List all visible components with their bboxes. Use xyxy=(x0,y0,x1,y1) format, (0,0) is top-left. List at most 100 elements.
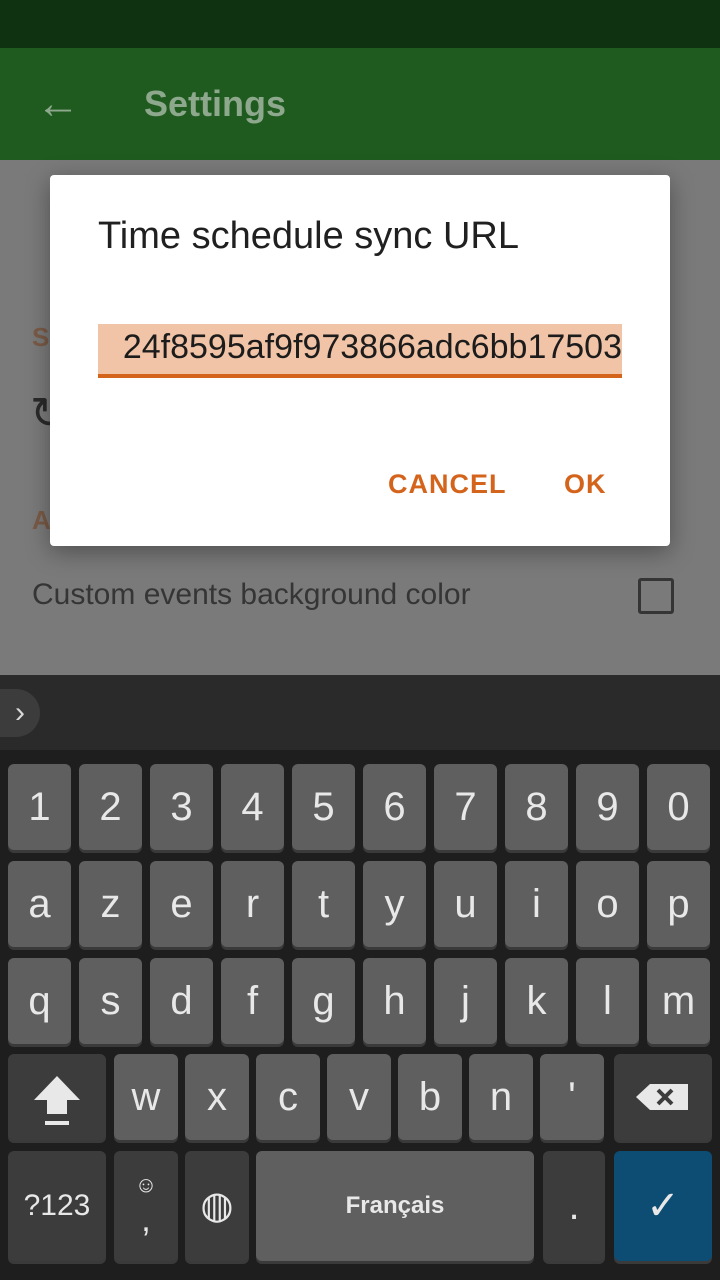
sync-url-input[interactable]: 24f8595af9f973866adc6bb17503 xyxy=(98,324,622,378)
shift-icon xyxy=(34,1076,80,1125)
number-key-1[interactable]: 2 xyxy=(79,764,142,850)
key-label: 7 xyxy=(454,785,477,829)
letter-row2-key-8[interactable]: l xyxy=(576,958,639,1044)
backspace-key[interactable] xyxy=(614,1054,712,1140)
key-label: 1 xyxy=(28,785,51,829)
letter-row2-key-7[interactable]: k xyxy=(505,958,568,1044)
letter-row3-key-0[interactable]: w xyxy=(114,1054,178,1140)
letter-row3-key-2[interactable]: c xyxy=(256,1054,320,1140)
category-header-appearance: A xyxy=(32,505,51,535)
key-label: e xyxy=(170,882,193,926)
backspace-icon xyxy=(636,1084,688,1110)
key-label: p xyxy=(667,882,690,926)
key-label: v xyxy=(349,1075,369,1119)
emoji-icon: ☺ xyxy=(134,1172,158,1197)
check-icon: ✓ xyxy=(646,1184,680,1228)
letter-row3-key-3[interactable]: v xyxy=(327,1054,391,1140)
letter-row2-key-2[interactable]: d xyxy=(150,958,213,1044)
shift-key[interactable] xyxy=(8,1054,106,1140)
letter-row2-key-0[interactable]: q xyxy=(8,958,71,1044)
number-key-3[interactable]: 4 xyxy=(221,764,284,850)
letter-row3-key-1[interactable]: x xyxy=(185,1054,249,1140)
key-label: m xyxy=(661,979,696,1023)
globe-icon: ◍ xyxy=(200,1185,234,1227)
key-label: j xyxy=(461,979,470,1023)
ok-button[interactable]: OK xyxy=(564,469,607,500)
letter-row3-key-6[interactable]: ' xyxy=(540,1054,604,1140)
key-label: 0 xyxy=(667,785,690,829)
number-key-9[interactable]: 0 xyxy=(647,764,710,850)
letter-row3-key-5[interactable]: n xyxy=(469,1054,533,1140)
chevron-right-icon[interactable]: › xyxy=(0,689,40,737)
key-label: b xyxy=(418,1075,442,1119)
key-label: d xyxy=(170,979,193,1023)
letter-row2-key-5[interactable]: h xyxy=(363,958,426,1044)
number-key-0[interactable]: 1 xyxy=(8,764,71,850)
key-label: 2 xyxy=(99,785,122,829)
key-label: h xyxy=(383,979,406,1023)
number-key-8[interactable]: 9 xyxy=(576,764,639,850)
key-label: s xyxy=(100,979,121,1023)
letter-row1-key-0[interactable]: a xyxy=(8,861,71,947)
comma-key[interactable]: ☺ , xyxy=(114,1151,178,1261)
letter-row1-key-8[interactable]: o xyxy=(576,861,639,947)
language-key[interactable]: ◍ xyxy=(185,1151,249,1261)
key-label: c xyxy=(278,1075,298,1119)
period-key[interactable]: . xyxy=(543,1151,605,1261)
key-label: r xyxy=(245,882,260,926)
key-label: g xyxy=(312,979,335,1023)
sync-url-value: 24f8595af9f973866adc6bb17503 xyxy=(122,328,622,366)
page-title: Settings xyxy=(144,83,287,124)
arrow-back-icon[interactable]: ← xyxy=(36,78,80,130)
key-label: l xyxy=(603,979,612,1023)
key-label: i xyxy=(532,882,541,926)
app-bar: ← Settings xyxy=(0,48,720,160)
letter-row2-key-4[interactable]: g xyxy=(292,958,355,1044)
sync-url-dialog: Time schedule sync URL 24f8595af9f973866… xyxy=(50,175,670,546)
key-label: w xyxy=(131,1075,161,1119)
letter-row3-key-4[interactable]: b xyxy=(398,1054,462,1140)
key-label: x xyxy=(207,1075,227,1119)
enter-key[interactable]: ✓ xyxy=(614,1151,712,1261)
letter-row2-key-1[interactable]: s xyxy=(79,958,142,1044)
number-key-6[interactable]: 7 xyxy=(434,764,497,850)
number-key-4[interactable]: 5 xyxy=(292,764,355,850)
key-label: n xyxy=(489,1075,513,1119)
key-label: q xyxy=(28,979,51,1023)
dialog-title: Time schedule sync URL xyxy=(98,215,519,257)
letter-row2-key-3[interactable]: f xyxy=(221,958,284,1044)
category-header-sync: S xyxy=(32,322,50,352)
letter-row1-key-5[interactable]: y xyxy=(363,861,426,947)
letter-row2-key-6[interactable]: j xyxy=(434,958,497,1044)
status-bar xyxy=(0,0,720,48)
key-label: 9 xyxy=(596,785,619,829)
key-label: 3 xyxy=(170,785,193,829)
space-key[interactable]: Français xyxy=(256,1151,534,1261)
letter-row1-key-2[interactable]: e xyxy=(150,861,213,947)
key-label: y xyxy=(384,882,405,926)
keyboard: 1 2 3 4 5 6 7 8 9 0 a z e r t y u i o p q s d f g h j k l m w x c v b n '… xyxy=(0,750,720,1280)
letter-row1-key-1[interactable]: z xyxy=(79,861,142,947)
number-key-2[interactable]: 3 xyxy=(150,764,213,850)
custom-bg-color-checkbox[interactable] xyxy=(638,578,674,614)
letter-row1-key-4[interactable]: t xyxy=(292,861,355,947)
number-key-5[interactable]: 6 xyxy=(363,764,426,850)
key-label: u xyxy=(454,882,477,926)
letter-row1-key-3[interactable]: r xyxy=(221,861,284,947)
letter-row1-key-6[interactable]: u xyxy=(434,861,497,947)
cancel-button[interactable]: CANCEL xyxy=(388,469,507,500)
key-label: z xyxy=(100,882,121,926)
keyboard-suggestion-strip: › xyxy=(0,675,720,750)
letter-row2-key-9[interactable]: m xyxy=(647,958,710,1044)
number-key-7[interactable]: 8 xyxy=(505,764,568,850)
key-label: k xyxy=(526,979,547,1023)
key-label: a xyxy=(28,882,51,926)
letter-row1-key-7[interactable]: i xyxy=(505,861,568,947)
custom-bg-color-label: Custom events background color xyxy=(32,578,471,611)
key-label: t xyxy=(317,882,330,926)
key-label: 8 xyxy=(525,785,548,829)
symbols-key[interactable]: ?123 xyxy=(8,1151,106,1261)
key-label: 6 xyxy=(383,785,406,829)
letter-row1-key-9[interactable]: p xyxy=(647,861,710,947)
key-label: 5 xyxy=(312,785,335,829)
